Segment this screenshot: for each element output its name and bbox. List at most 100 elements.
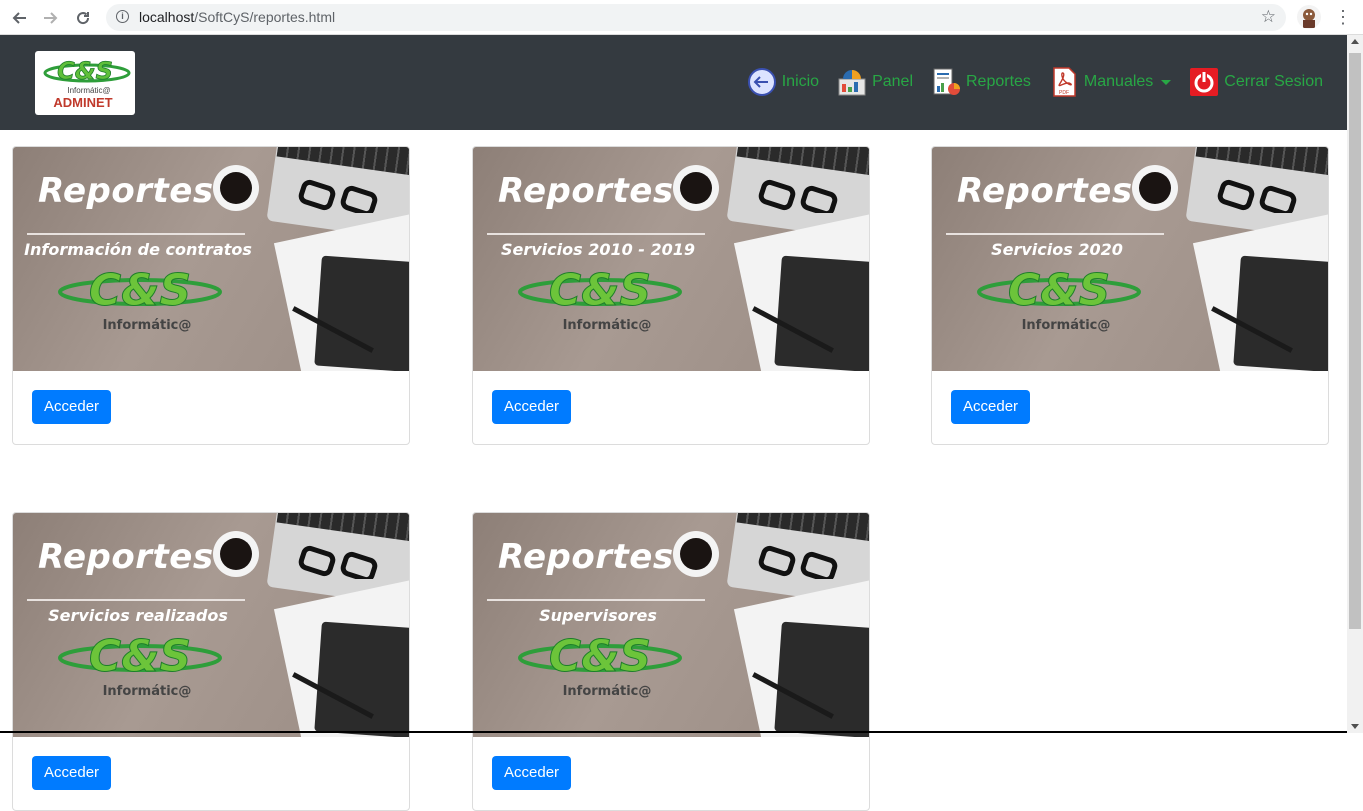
report-card: Reportes Servicios 2010 - 2019 C&S Inform… xyxy=(472,146,870,445)
notebook-graphic xyxy=(314,255,409,371)
report-card: Reportes Servicios 2020 C&S Informátic@ A… xyxy=(931,146,1329,445)
nav-inicio[interactable]: Inicio xyxy=(747,67,819,97)
report-card-image: Reportes Servicios realizados C&S Informá… xyxy=(13,513,409,737)
nav-cerrar-sesion-label: Cerrar Sesion xyxy=(1224,73,1323,90)
cys-brand-logo: C&S Informátic@ xyxy=(518,267,682,333)
back-arrow-icon[interactable] xyxy=(7,6,31,30)
pdf-icon: PDF xyxy=(1049,67,1079,97)
dashboard-icon xyxy=(837,67,867,97)
svg-text:C&S: C&S xyxy=(57,57,113,85)
report-chart-icon xyxy=(931,67,961,97)
cys-brand-logo: C&S Informátic@ xyxy=(977,267,1141,333)
card-subtitle: Servicios realizados xyxy=(48,606,228,625)
address-bar[interactable]: i localhost/SoftCyS/reportes.html ☆ xyxy=(106,4,1286,31)
bookmark-star-icon[interactable]: ☆ xyxy=(1261,7,1276,27)
notebook-graphic xyxy=(314,621,409,737)
svg-text:C&S: C&S xyxy=(549,633,651,682)
adminet-logo[interactable]: C&S Informátic@ ADMINET xyxy=(35,51,135,115)
svg-text:ADMINET: ADMINET xyxy=(53,95,112,110)
acceder-button[interactable]: Acceder xyxy=(492,756,572,790)
coffee-cup-graphic xyxy=(213,531,259,577)
coffee-cup-graphic xyxy=(673,165,719,211)
card-subtitle: Supervisores xyxy=(539,606,657,625)
card-body: Acceder xyxy=(932,371,1328,444)
card-title: Reportes xyxy=(498,537,674,577)
svg-text:Informátic@: Informátic@ xyxy=(67,86,110,95)
card-body: Acceder xyxy=(13,371,409,444)
notebook-graphic xyxy=(774,621,869,737)
report-card-image: Reportes Información de contratos C&S Inf… xyxy=(13,147,409,371)
card-divider xyxy=(487,233,705,235)
svg-text:PDF: PDF xyxy=(1059,90,1069,96)
cys-brand-logo: C&S Informátic@ xyxy=(58,267,222,333)
card-divider xyxy=(27,599,245,601)
svg-text:Informátic@: Informátic@ xyxy=(103,318,192,333)
reload-icon[interactable] xyxy=(71,6,95,30)
chevron-down-icon xyxy=(1161,79,1172,85)
card-title: Reportes xyxy=(38,537,214,577)
report-card-image: Reportes Servicios 2010 - 2019 C&S Inform… xyxy=(473,147,869,371)
card-subtitle: Información de contratos xyxy=(24,240,252,259)
notebook-graphic xyxy=(1233,255,1328,371)
nav-panel[interactable]: Panel xyxy=(837,67,913,97)
card-subtitle: Servicios 2020 xyxy=(991,240,1123,259)
card-title: Reportes xyxy=(957,171,1133,211)
svg-text:Informátic@: Informátic@ xyxy=(103,684,192,699)
card-body: Acceder xyxy=(473,737,869,810)
card-title: Reportes xyxy=(38,171,214,211)
glasses-graphic xyxy=(1217,179,1297,213)
nav-manuales-dropdown[interactable]: PDF Manuales xyxy=(1049,67,1172,97)
card-body: Acceder xyxy=(13,737,409,810)
svg-text:Informátic@: Informátic@ xyxy=(563,684,652,699)
coffee-cup-graphic xyxy=(213,165,259,211)
svg-text:Informátic@: Informátic@ xyxy=(563,318,652,333)
page-scrollbar[interactable] xyxy=(1347,35,1363,733)
glasses-graphic xyxy=(758,179,838,213)
back-arrow-circle-icon xyxy=(747,67,777,97)
report-card: Reportes Supervisores C&S Informátic@ Acc… xyxy=(472,512,870,811)
top-navbar: C&S Informátic@ ADMINET Inicio Panel Rep… xyxy=(0,35,1347,130)
forward-arrow-icon[interactable] xyxy=(39,6,63,30)
report-card-image: Reportes Supervisores C&S Informátic@ xyxy=(473,513,869,737)
coffee-cup-graphic xyxy=(1132,165,1178,211)
coffee-cup-graphic xyxy=(673,531,719,577)
browser-menu-icon[interactable]: ⋮ xyxy=(1334,6,1352,30)
svg-text:Informátic@: Informátic@ xyxy=(1022,318,1111,333)
glasses-graphic xyxy=(758,545,838,579)
browser-toolbar: i localhost/SoftCyS/reportes.html ☆ ⋮ xyxy=(0,0,1363,35)
nav-reportes[interactable]: Reportes xyxy=(931,67,1031,97)
cys-brand-logo: C&S Informátic@ xyxy=(518,633,682,699)
nav-cerrar-sesion[interactable]: Cerrar Sesion xyxy=(1189,67,1323,97)
glasses-graphic xyxy=(298,545,378,579)
site-info-icon[interactable]: i xyxy=(116,10,129,23)
acceder-button[interactable]: Acceder xyxy=(32,390,112,424)
card-subtitle: Servicios 2010 - 2019 xyxy=(500,240,696,259)
navbar-menu: Inicio Panel Reportes PDF Manuales Cerra… xyxy=(729,67,1323,97)
notebook-graphic xyxy=(774,255,869,371)
scroll-down-arrow-icon[interactable] xyxy=(1351,724,1359,729)
url-text[interactable]: localhost/SoftCyS/reportes.html xyxy=(139,9,335,25)
card-title: Reportes xyxy=(498,171,674,211)
report-card-image: Reportes Servicios 2020 C&S Informátic@ xyxy=(932,147,1328,371)
acceder-button[interactable]: Acceder xyxy=(32,756,112,790)
report-card: Reportes Servicios realizados C&S Informá… xyxy=(12,512,410,811)
report-card: Reportes Información de contratos C&S Inf… xyxy=(12,146,410,445)
cys-brand-logo: C&S Informátic@ xyxy=(58,633,222,699)
acceder-button[interactable]: Acceder xyxy=(951,390,1031,424)
card-divider xyxy=(487,599,705,601)
nav-manuales-label: Manuales xyxy=(1083,73,1154,90)
card-divider xyxy=(946,233,1164,235)
acceder-button[interactable]: Acceder xyxy=(492,390,572,424)
scroll-up-arrow-icon[interactable] xyxy=(1351,39,1359,44)
power-icon xyxy=(1189,67,1219,97)
nav-panel-label: Panel xyxy=(872,73,913,90)
svg-text:C&S: C&S xyxy=(549,267,651,316)
profile-avatar[interactable] xyxy=(1297,5,1321,29)
card-divider xyxy=(27,233,245,235)
svg-text:C&S: C&S xyxy=(89,633,191,682)
svg-text:C&S: C&S xyxy=(1008,267,1110,316)
nav-reportes-label: Reportes xyxy=(966,73,1031,90)
scrollbar-thumb[interactable] xyxy=(1349,53,1361,629)
svg-text:C&S: C&S xyxy=(89,267,191,316)
card-body: Acceder xyxy=(473,371,869,444)
